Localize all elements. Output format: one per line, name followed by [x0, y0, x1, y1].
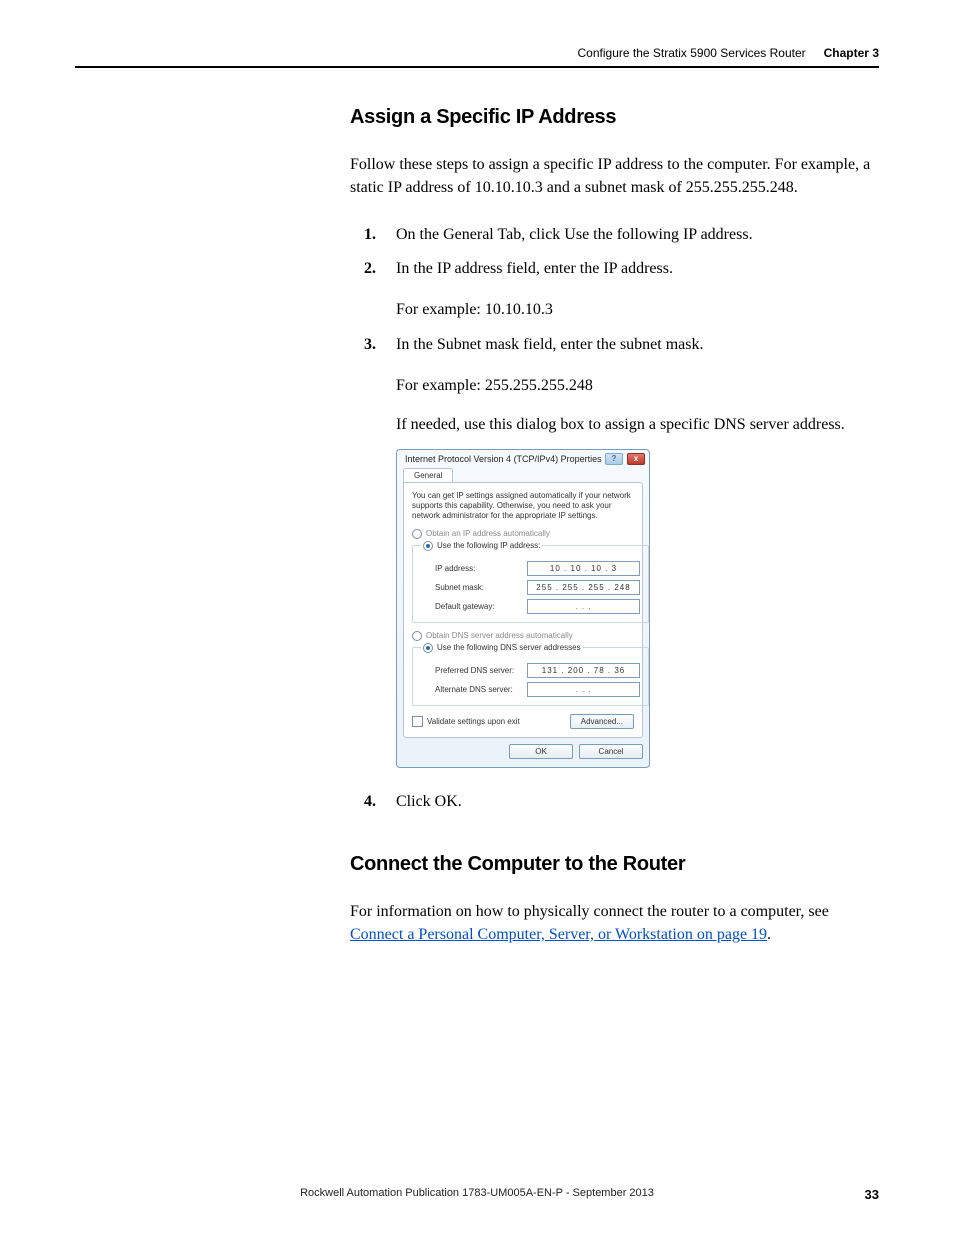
cross-reference-link[interactable]: Connect a Personal Computer, Server, or … — [350, 926, 767, 943]
advanced-button[interactable]: Advanced... — [570, 714, 634, 729]
radio-icon — [423, 643, 433, 653]
radio-label: Use the following IP address: — [437, 541, 540, 550]
radio-icon — [412, 529, 422, 539]
page-number: 33 — [865, 1187, 879, 1202]
label-alternate-dns: Alternate DNS server: — [435, 685, 527, 694]
checkbox-validate-settings[interactable]: Validate settings upon exit — [412, 716, 520, 727]
publication-info: Rockwell Automation Publication 1783-UM0… — [75, 1187, 879, 1199]
radio-label: Obtain an IP address automatically — [426, 529, 550, 538]
radio-obtain-ip-auto[interactable]: Obtain an IP address automatically — [412, 529, 634, 539]
step-3-note: If needed, use this dialog box to assign… — [396, 413, 879, 436]
radio-use-following-dns[interactable]: Use the following DNS server addresses — [421, 643, 583, 653]
row-ip-address: IP address: 10 . 10 . 10 . 3 — [435, 561, 640, 576]
radio-use-following-ip[interactable]: Use the following IP address: — [421, 541, 542, 551]
dialog-title: Internet Protocol Version 4 (TCP/IPv4) P… — [405, 454, 602, 464]
dialog-titlebar: Internet Protocol Version 4 (TCP/IPv4) P… — [397, 450, 649, 468]
section-heading-connect-router: Connect the Computer to the Router — [350, 853, 879, 876]
dialog-description: You can get IP settings assigned automat… — [412, 491, 634, 521]
intro-paragraph: Follow these steps to assign a specific … — [350, 153, 879, 199]
connect-pretext: For information on how to physically con… — [350, 903, 829, 920]
radio-label: Obtain DNS server address automatically — [426, 631, 573, 640]
help-button[interactable]: ? — [605, 453, 623, 465]
row-alternate-dns: Alternate DNS server: . . . — [435, 682, 640, 697]
checkbox-icon — [412, 716, 423, 727]
step-1: On the General Tab, click Use the follow… — [350, 223, 879, 246]
tabstrip: General — [397, 468, 649, 482]
checkbox-label: Validate settings upon exit — [427, 717, 520, 726]
running-header: Configure the Stratix 5900 Services Rout… — [75, 46, 879, 60]
input-ip-address[interactable]: 10 . 10 . 10 . 3 — [527, 561, 640, 576]
step-2-example: For example: 10.10.10.3 — [396, 298, 879, 321]
chapter-title: Configure the Stratix 5900 Services Rout… — [578, 46, 806, 60]
dialog-button-row: OK Cancel — [397, 744, 649, 767]
label-subnet-mask: Subnet mask: — [435, 583, 527, 592]
row-preferred-dns: Preferred DNS server: 131 . 200 . 78 . 3… — [435, 663, 640, 678]
section-heading-assign-ip: Assign a Specific IP Address — [350, 106, 879, 129]
close-button[interactable]: x — [627, 453, 645, 465]
input-default-gateway[interactable]: . . . — [527, 599, 640, 614]
row-default-gateway: Default gateway: . . . — [435, 599, 640, 614]
tab-general[interactable]: General — [403, 468, 453, 482]
steps-list-cont2: Click OK. — [350, 790, 879, 813]
chapter-label: Chapter 3 — [824, 46, 879, 60]
fieldset-dns: Use the following DNS server addresses P… — [412, 643, 649, 706]
tab-body: You can get IP settings assigned automat… — [403, 482, 643, 738]
steps-list: On the General Tab, click Use the follow… — [350, 223, 879, 279]
input-alternate-dns[interactable]: . . . — [527, 682, 640, 697]
cancel-button[interactable]: Cancel — [579, 744, 643, 759]
ok-button[interactable]: OK — [509, 744, 573, 759]
page-footer: Rockwell Automation Publication 1783-UM0… — [75, 1187, 879, 1199]
validate-row: Validate settings upon exit Advanced... — [412, 714, 634, 729]
connect-paragraph: For information on how to physically con… — [350, 900, 879, 946]
radio-icon — [412, 631, 422, 641]
header-rule — [75, 66, 879, 68]
label-ip-address: IP address: — [435, 564, 527, 573]
input-preferred-dns[interactable]: 131 . 200 . 78 . 36 — [527, 663, 640, 678]
step-3-example: For example: 255.255.255.248 — [396, 374, 879, 397]
radio-obtain-dns-auto[interactable]: Obtain DNS server address automatically — [412, 631, 634, 641]
ipv4-properties-dialog: Internet Protocol Version 4 (TCP/IPv4) P… — [396, 449, 650, 768]
radio-icon — [423, 541, 433, 551]
step-3: In the Subnet mask field, enter the subn… — [350, 333, 879, 356]
step-2: In the IP address field, enter the IP ad… — [350, 257, 879, 280]
label-preferred-dns: Preferred DNS server: — [435, 666, 527, 675]
radio-label: Use the following DNS server addresses — [437, 643, 581, 652]
step-4: Click OK. — [350, 790, 879, 813]
input-subnet-mask[interactable]: 255 . 255 . 255 . 248 — [527, 580, 640, 595]
fieldset-ip: Use the following IP address: IP address… — [412, 541, 649, 623]
steps-list-cont: In the Subnet mask field, enter the subn… — [350, 333, 879, 356]
row-subnet-mask: Subnet mask: 255 . 255 . 255 . 248 — [435, 580, 640, 595]
connect-posttext: . — [767, 926, 771, 943]
label-default-gateway: Default gateway: — [435, 602, 527, 611]
